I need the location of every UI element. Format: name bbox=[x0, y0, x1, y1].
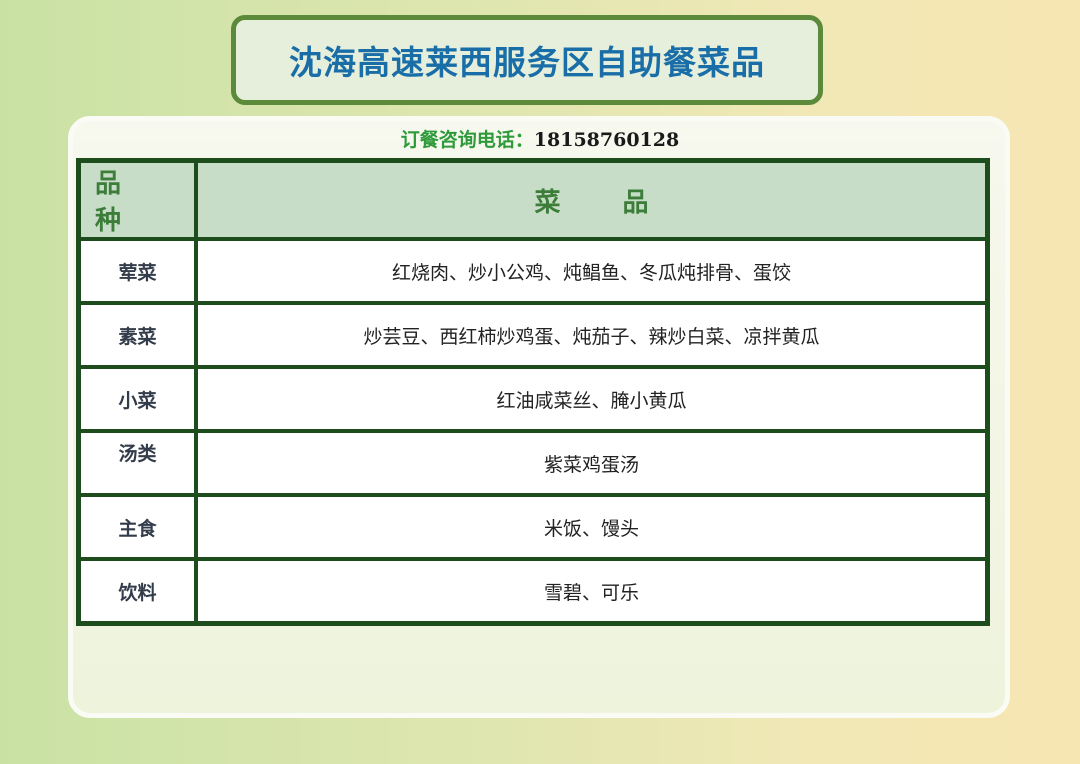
row-category: 小菜 bbox=[79, 367, 196, 431]
table-row: 饮料 雪碧、可乐 bbox=[79, 559, 987, 623]
table-row: 汤类 紫菜鸡蛋汤 bbox=[79, 431, 987, 495]
table-row: 素菜 炒芸豆、西红柿炒鸡蛋、炖茄子、辣炒白菜、凉拌黄瓜 bbox=[79, 303, 987, 367]
phone-number: 18158760128 bbox=[533, 129, 680, 151]
row-category: 荤菜 bbox=[79, 239, 196, 303]
title-banner: 沈海高速莱西服务区自助餐菜品 bbox=[231, 15, 823, 105]
menu-table: 品种 菜品 荤菜 红烧肉、炒小公鸡、炖鲳鱼、冬瓜炖排骨、蛋饺 素菜 炒芸豆、西红… bbox=[76, 158, 990, 626]
row-dishes: 米饭、馒头 bbox=[196, 495, 987, 559]
table-row: 小菜 红油咸菜丝、腌小黄瓜 bbox=[79, 367, 987, 431]
row-category: 汤类 bbox=[79, 431, 196, 495]
header-dishes: 菜品 bbox=[196, 161, 987, 239]
table-row: 荤菜 红烧肉、炒小公鸡、炖鲳鱼、冬瓜炖排骨、蛋饺 bbox=[79, 239, 987, 303]
order-phone-line: 订餐咨询电话：18158760128 bbox=[0, 125, 1080, 152]
row-category: 主食 bbox=[79, 495, 196, 559]
page-title: 沈海高速莱西服务区自助餐菜品 bbox=[289, 43, 765, 82]
row-category: 饮料 bbox=[79, 559, 196, 623]
row-dishes: 雪碧、可乐 bbox=[196, 559, 987, 623]
row-dishes: 红油咸菜丝、腌小黄瓜 bbox=[196, 367, 987, 431]
row-category: 素菜 bbox=[79, 303, 196, 367]
row-dishes: 炒芸豆、西红柿炒鸡蛋、炖茄子、辣炒白菜、凉拌黄瓜 bbox=[196, 303, 987, 367]
header-category: 品种 bbox=[79, 161, 196, 239]
table-header-row: 品种 菜品 bbox=[79, 161, 987, 239]
phone-label: 订餐咨询电话： bbox=[400, 129, 534, 151]
row-dishes: 红烧肉、炒小公鸡、炖鲳鱼、冬瓜炖排骨、蛋饺 bbox=[196, 239, 987, 303]
row-dishes: 紫菜鸡蛋汤 bbox=[196, 431, 987, 495]
table-row: 主食 米饭、馒头 bbox=[79, 495, 987, 559]
